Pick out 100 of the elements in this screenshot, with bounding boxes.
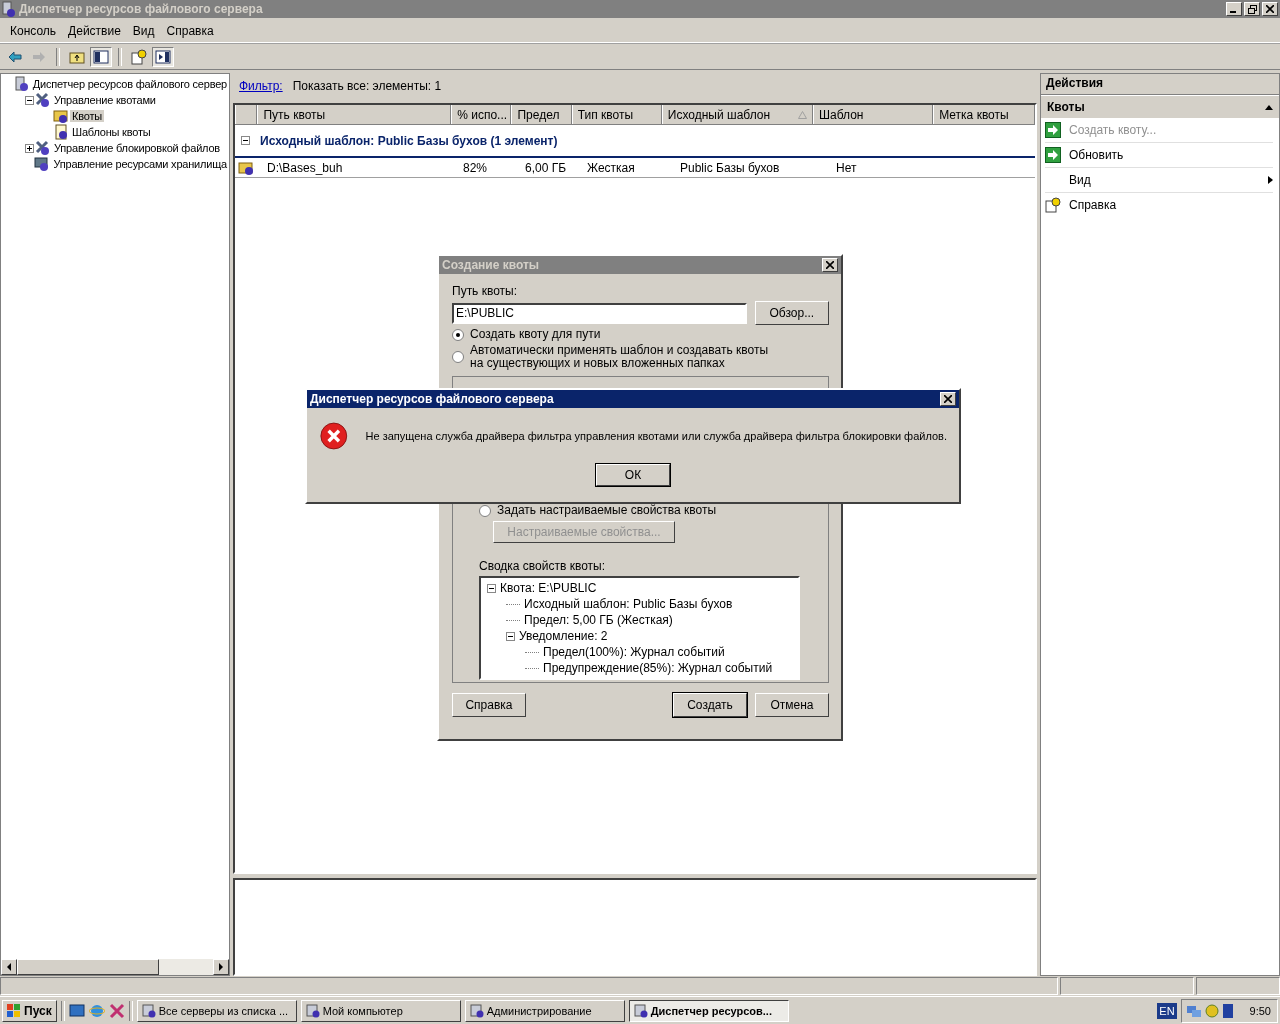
- table-cell-text: D:\Bases_buh: [266, 160, 344, 175]
- app-icon: [305, 1003, 320, 1018]
- language-indicator[interactable]: EN: [1157, 1002, 1177, 1019]
- error-message: Не запущена служба драйвера фильтра управления квотами или служба драйвера фильтра блокировки файлов.: [365, 430, 947, 442]
- summary-label: Сводка свойств квоты:: [479, 559, 607, 573]
- menu-item[interactable]: Действие: [62, 24, 127, 38]
- column-header[interactable]: Тип квоты: [571, 105, 662, 124]
- arrow-icon: [1045, 122, 1061, 138]
- action-item[interactable]: Обновить: [1069, 148, 1124, 162]
- taskbar-button[interactable]: Диспетчер ресурсов...: [628, 999, 789, 1022]
- submenu-arrow-icon: [1268, 176, 1273, 184]
- monitor-icon[interactable]: [1221, 1002, 1234, 1019]
- tree-item[interactable]: Управление квотами: [52, 94, 158, 106]
- menu-item[interactable]: Справка: [160, 24, 220, 38]
- arrow-icon: [1045, 147, 1061, 163]
- menu-item[interactable]: Вид: [126, 24, 161, 38]
- scroll-left-icon[interactable]: [6, 963, 12, 971]
- column-header[interactable]: % испо...: [451, 105, 512, 124]
- ok-button[interactable]: ОК: [596, 464, 670, 486]
- scroll-right-icon[interactable]: [218, 963, 224, 971]
- radio-button[interactable]: [452, 351, 464, 363]
- column-header[interactable]: Предел: [511, 105, 572, 124]
- tree-item[interactable]: Квоты: [70, 110, 104, 122]
- dialog-button[interactable]: Справка: [452, 693, 526, 717]
- radio-label[interactable]: Задать настраиваемые свойства квоты: [497, 504, 797, 517]
- summary-item: Квота: E:\PUBLIC: [500, 581, 597, 595]
- expand-toggle-icon[interactable]: [506, 631, 515, 641]
- group-header: Исходный шаблон: Public Базы бухов (1 элемент): [260, 133, 558, 148]
- close-button[interactable]: [822, 258, 838, 272]
- table-cell-text: Нет: [835, 160, 858, 175]
- table-cell-text: Public Базы бухов: [679, 160, 781, 175]
- minimize-button[interactable]: [1226, 2, 1242, 16]
- tree-item[interactable]: Управление блокировкой файлов: [52, 142, 222, 154]
- app-icon: [141, 1003, 156, 1018]
- path-label: Путь квоты:: [452, 284, 519, 298]
- template-icon: [53, 124, 69, 140]
- column-header[interactable]: Исходный шаблон: [661, 105, 813, 124]
- dialog-button[interactable]: Создать: [673, 693, 747, 717]
- collapse-icon[interactable]: [1265, 104, 1273, 110]
- action-item[interactable]: Справка: [1069, 198, 1117, 212]
- summary-item: Уведомление: 2: [519, 629, 608, 643]
- dialog-title: Создание квоты: [442, 258, 540, 272]
- table-cell-text: 6,00 ГБ: [524, 160, 568, 175]
- column-header[interactable]: Метка квоты: [933, 105, 1035, 124]
- taskbar-button[interactable]: Все серверы из списка ...: [136, 999, 297, 1022]
- path-field[interactable]: E:\PUBLIC: [452, 302, 747, 324]
- radio-button[interactable]: [452, 328, 464, 341]
- summary-item: Предупреждение(85%): Журнал событий: [543, 661, 773, 675]
- restore-icon: [1247, 4, 1257, 14]
- taskbar-button[interactable]: Администрирование: [464, 999, 625, 1022]
- storage-icon: [34, 156, 51, 172]
- summary-item: Предел: 5,00 ГБ (Жесткая): [524, 613, 673, 627]
- menu-item[interactable]: Консоль: [4, 24, 63, 38]
- server-icon: [2, 1, 16, 17]
- tree-item[interactable]: Диспетчер ресурсов файлового сервер: [30, 78, 229, 90]
- folder-icon: [238, 159, 254, 176]
- dialog-title: Диспетчер ресурсов файлового сервера: [310, 392, 554, 406]
- expand-toggle-icon[interactable]: [487, 583, 496, 593]
- table-cell-text: Жесткая: [586, 160, 636, 175]
- clock: 9:50: [1249, 1004, 1271, 1017]
- close-icon: [944, 395, 952, 403]
- close-button[interactable]: [940, 392, 956, 406]
- table-cell-text: 82%: [462, 160, 489, 175]
- actions-section-title: Квоты: [1047, 100, 1085, 114]
- close-icon: [1266, 5, 1274, 13]
- show-tree-icon[interactable]: [90, 46, 112, 67]
- tree-item[interactable]: Шаблоны квоты: [70, 126, 153, 138]
- browse-button[interactable]: Обзор...: [754, 301, 829, 325]
- summary-item: Предел(100%): Журнал событий: [543, 645, 725, 659]
- tree-item[interactable]: Управление ресурсами хранилища: [51, 158, 229, 170]
- help-icon[interactable]: [128, 46, 150, 67]
- start-button[interactable]: Пуск: [2, 999, 57, 1022]
- tools-icon[interactable]: [108, 1002, 125, 1019]
- show-actions-icon[interactable]: [152, 46, 174, 67]
- column-header[interactable]: Путь квоты: [257, 105, 452, 124]
- filter-link[interactable]: Фильтр:: [239, 79, 283, 93]
- dialog-button[interactable]: Отмена: [755, 693, 829, 717]
- group-toggle-icon[interactable]: [241, 136, 250, 145]
- horizontal-scrollbar[interactable]: [1, 959, 229, 975]
- tools-icon: [35, 140, 51, 156]
- close-icon: [826, 261, 834, 269]
- restore-button[interactable]: [1244, 2, 1260, 16]
- taskbar-button[interactable]: Мой компьютер: [300, 999, 461, 1022]
- filter-text: Показать все: элементы: 1: [292, 79, 442, 93]
- radio-label[interactable]: Автоматически применять шаблон и создавать квоты на существующих и новых вложенных папках: [470, 344, 770, 370]
- app-icon: [469, 1003, 484, 1018]
- close-button[interactable]: [1262, 2, 1278, 16]
- desktop-icon[interactable]: [68, 1002, 85, 1019]
- window-title: Диспетчер ресурсов файлового сервера: [19, 2, 263, 16]
- column-header[interactable]: [235, 105, 258, 124]
- radio-label[interactable]: Создать квоту для пути: [470, 328, 770, 341]
- expand-toggle-icon[interactable]: [25, 143, 34, 153]
- radio-button[interactable]: [479, 504, 491, 517]
- action-item[interactable]: Вид: [1069, 173, 1091, 187]
- expand-toggle-icon[interactable]: [25, 95, 34, 105]
- help-icon: [1045, 197, 1061, 213]
- summary-item: Исходный шаблон: Public Базы бухов: [524, 597, 733, 611]
- app-icon: [633, 1003, 648, 1018]
- folder-icon: [53, 108, 69, 124]
- column-header[interactable]: Шаблон: [813, 105, 934, 124]
